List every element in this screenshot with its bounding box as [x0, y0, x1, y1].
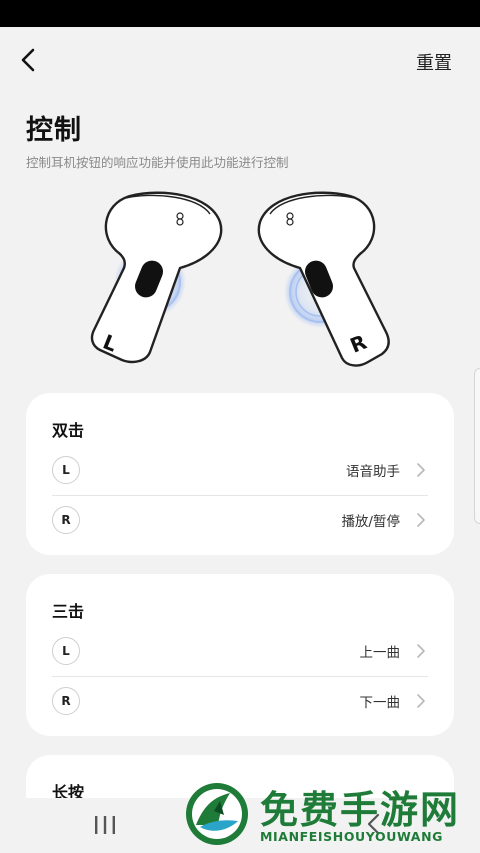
watermark-title: 免费手游网 [260, 788, 461, 832]
back-button[interactable] [14, 45, 44, 75]
reset-button[interactable]: 重置 [416, 49, 452, 75]
top-bar: 重置 [0, 27, 480, 93]
watermark: 免费手游网 MIANFEISHOUYOUWANG [180, 777, 480, 853]
row-double-tap-left[interactable]: L 语音助手 [52, 445, 428, 495]
side-badge-left: L [52, 637, 80, 665]
chevron-right-icon [417, 694, 425, 708]
row-triple-tap-right[interactable]: R 下一曲 [52, 676, 428, 726]
card-title-double-tap: 双击 [52, 421, 85, 440]
chevron-right-icon [417, 463, 425, 477]
row-value: 上一曲 [359, 645, 401, 661]
watermark-logo [186, 783, 248, 845]
page-description: 控制耳机按钮的响应功能并使用此功能进行控制 [26, 155, 289, 170]
chevron-right-icon [417, 644, 425, 658]
side-badge-right: R [52, 506, 80, 534]
earbuds-illustration: L R [90, 191, 390, 367]
recent-apps-icon[interactable] [92, 814, 118, 836]
double-tap-card: 双击 L 语音助手 R 播放/暂停 [26, 393, 454, 555]
page-title: 控制 [26, 115, 82, 146]
row-triple-tap-left[interactable]: L 上一曲 [52, 626, 428, 676]
card-title-triple-tap: 三击 [52, 602, 85, 621]
side-badge-right: R [52, 687, 80, 715]
triple-tap-card: 三击 L 上一曲 R 下一曲 [26, 574, 454, 736]
chevron-right-icon [417, 513, 425, 527]
scrollbar-handle[interactable] [474, 368, 480, 524]
status-bar [0, 0, 480, 27]
right-earbud: R [257, 191, 390, 367]
watermark-subtitle: MIANFEISHOUYOUWANG [260, 829, 443, 844]
chevron-left-icon [21, 48, 35, 72]
side-badge-left: L [52, 456, 80, 484]
row-value: 语音助手 [346, 464, 400, 480]
row-double-tap-right[interactable]: R 播放/暂停 [52, 495, 428, 545]
left-earbud: L [90, 191, 223, 364]
row-value: 下一曲 [359, 695, 401, 711]
row-value: 播放/暂停 [341, 514, 400, 530]
